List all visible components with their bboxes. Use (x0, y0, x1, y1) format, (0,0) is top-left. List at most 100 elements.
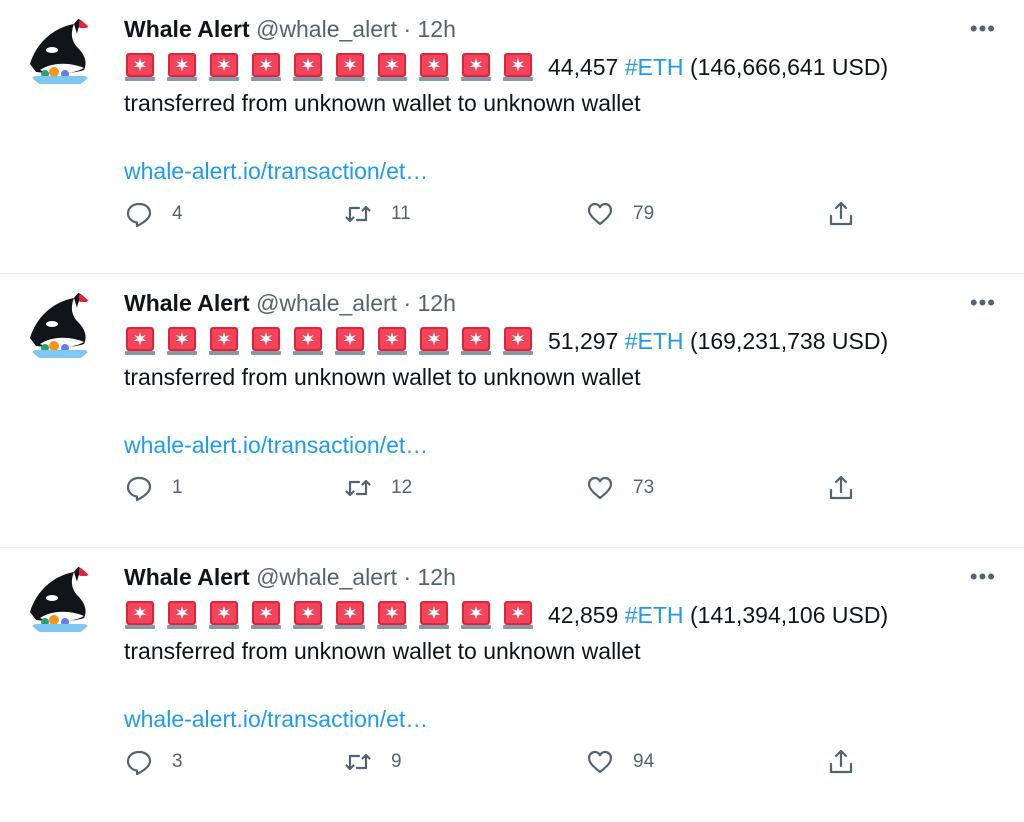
police-siren-emoji-icon (419, 327, 449, 355)
police-siren-emoji-icon (209, 53, 239, 81)
police-siren-emoji-icon (251, 327, 281, 355)
heart-icon (587, 202, 613, 226)
reply-button[interactable]: 1 (124, 473, 183, 503)
police-siren-emoji-icon (293, 327, 323, 355)
tweet[interactable]: Whale Alert @whale_alert · 12h ••• 44,45… (0, 0, 1024, 274)
more-dots-icon[interactable]: ••• (970, 14, 996, 44)
orca-logo-icon (22, 288, 98, 364)
display-name[interactable]: Whale Alert (124, 16, 250, 42)
orca-logo-icon (22, 562, 98, 638)
police-siren-emoji-icon (461, 327, 491, 355)
like-count: 94 (633, 751, 655, 772)
police-siren-emoji-icon (419, 601, 449, 629)
police-siren-emoji-icon (419, 53, 449, 81)
tweet-body-line: 44,457 #ETH (146,666,641 USD) (124, 50, 888, 84)
retweet-count: 9 (391, 751, 402, 772)
police-siren-emoji-icon (503, 327, 533, 355)
usd-value: (169,231,738 USD) (689, 327, 889, 354)
heart-icon (587, 750, 613, 774)
reply-button[interactable]: 3 (124, 747, 183, 777)
timeline-feed: Whale Alert @whale_alert · 12h ••• 44,45… (0, 0, 1024, 822)
police-siren-emoji-icon (461, 601, 491, 629)
timestamp[interactable]: · 12h (403, 290, 455, 316)
share-upload-icon (829, 201, 853, 226)
handle[interactable]: @whale_alert (256, 16, 397, 42)
police-siren-emoji-icon (335, 53, 365, 81)
share-button[interactable] (826, 199, 856, 229)
more-dots-icon[interactable]: ••• (970, 288, 996, 318)
like-button[interactable]: 79 (585, 199, 654, 229)
police-siren-emoji-icon (125, 327, 155, 355)
reply-button[interactable]: 4 (124, 199, 183, 229)
tweet[interactable]: Whale Alert @whale_alert · 12h ••• 42,85… (0, 548, 1024, 822)
police-siren-emoji-icon (251, 601, 281, 629)
police-siren-emoji-icon (209, 327, 239, 355)
tweet-text: transferred from unknown wallet to unkno… (124, 638, 641, 664)
police-siren-emoji-icon (377, 601, 407, 629)
retweet-button[interactable]: 11 (343, 199, 411, 229)
siren-emoji-row (124, 52, 534, 82)
police-siren-emoji-icon (377, 53, 407, 81)
police-siren-emoji-icon (293, 53, 323, 81)
police-siren-emoji-icon (125, 601, 155, 629)
siren-emoji-row (124, 326, 534, 356)
share-upload-icon (829, 749, 853, 774)
avatar[interactable] (22, 14, 98, 90)
reply-bubble-icon (126, 202, 152, 228)
reply-bubble-icon (126, 750, 152, 776)
hashtag-link[interactable]: #ETH (625, 54, 684, 81)
tweet-body-line: 42,859 #ETH (141,394,106 USD) (124, 598, 888, 632)
police-siren-emoji-icon (461, 53, 491, 81)
share-button[interactable] (826, 747, 856, 777)
tweet-header: Whale Alert @whale_alert · 12h (124, 562, 456, 592)
avatar[interactable] (22, 288, 98, 364)
timestamp[interactable]: · 12h (403, 564, 455, 590)
like-button[interactable]: 94 (585, 747, 654, 777)
display-name[interactable]: Whale Alert (124, 564, 250, 590)
usd-value: (146,666,641 USD) (689, 53, 889, 80)
heart-icon (587, 476, 613, 500)
reply-count: 4 (172, 203, 183, 224)
more-dots-icon[interactable]: ••• (970, 562, 996, 592)
police-siren-emoji-icon (209, 601, 239, 629)
tweet-header: Whale Alert @whale_alert · 12h (124, 14, 456, 44)
hashtag-link[interactable]: #ETH (625, 602, 684, 629)
police-siren-emoji-icon (335, 327, 365, 355)
tweet-text: transferred from unknown wallet to unkno… (124, 364, 641, 390)
tweet-body-line: 51,297 #ETH (169,231,738 USD) (124, 324, 888, 358)
display-name[interactable]: Whale Alert (124, 290, 250, 316)
usd-value: (141,394,106 USD) (689, 601, 889, 628)
share-button[interactable] (826, 473, 856, 503)
avatar[interactable] (22, 562, 98, 638)
retweet-button[interactable]: 12 (343, 473, 412, 503)
retweet-count: 11 (391, 203, 411, 224)
tweet-text: transferred from unknown wallet to unkno… (124, 90, 641, 116)
transaction-link[interactable]: whale-alert.io/transaction/et… (124, 156, 428, 186)
eth-amount: 42,859 (548, 601, 619, 628)
like-button[interactable]: 73 (585, 473, 654, 503)
share-upload-icon (829, 475, 853, 500)
police-siren-emoji-icon (503, 53, 533, 81)
orca-logo-icon (22, 14, 98, 90)
police-siren-emoji-icon (251, 53, 281, 81)
tweet[interactable]: Whale Alert @whale_alert · 12h ••• 51,29… (0, 274, 1024, 548)
hashtag-link[interactable]: #ETH (625, 328, 684, 355)
police-siren-emoji-icon (503, 601, 533, 629)
handle[interactable]: @whale_alert (256, 290, 397, 316)
transaction-link[interactable]: whale-alert.io/transaction/et… (124, 704, 428, 734)
retweet-icon (345, 753, 371, 771)
police-siren-emoji-icon (167, 327, 197, 355)
tweet-header: Whale Alert @whale_alert · 12h (124, 288, 456, 318)
like-count: 73 (633, 477, 655, 498)
retweet-button[interactable]: 9 (343, 747, 402, 777)
retweet-count: 12 (391, 477, 413, 498)
eth-amount: 44,457 (548, 53, 619, 80)
like-count: 79 (633, 203, 655, 224)
reply-bubble-icon (126, 476, 152, 502)
retweet-icon (345, 479, 371, 497)
timestamp[interactable]: · 12h (403, 16, 455, 42)
transaction-link[interactable]: whale-alert.io/transaction/et… (124, 430, 428, 460)
handle[interactable]: @whale_alert (256, 564, 397, 590)
police-siren-emoji-icon (293, 601, 323, 629)
eth-amount: 51,297 (548, 327, 619, 354)
